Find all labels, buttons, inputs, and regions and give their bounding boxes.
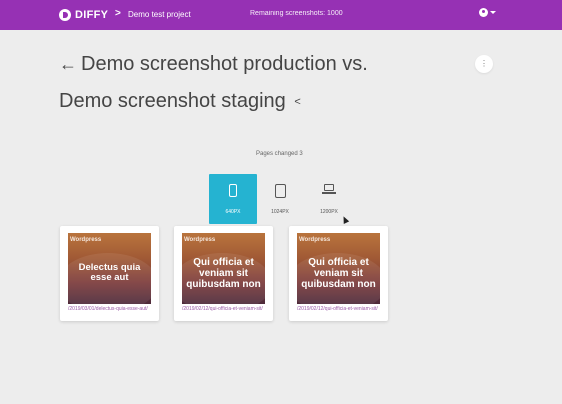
thumbnail-title: Delectus quia esse aut: [78, 262, 141, 284]
remaining-screenshots: Remaining screenshots: 1000: [250, 10, 343, 17]
thumbnail-title: Qui officia et veniam sit quibusdam non: [186, 257, 261, 290]
thumbnail-title: Qui officia et veniam sit quibusdam non: [301, 257, 376, 290]
thumbnail-brand: Wordpress: [70, 237, 102, 243]
thumbnail-brand: Wordpress: [184, 237, 216, 243]
share-icon[interactable]: <: [294, 96, 300, 108]
logo-text: DIFFY: [75, 9, 109, 21]
project-link[interactable]: Demo test project: [128, 10, 191, 19]
user-menu[interactable]: [479, 8, 496, 17]
laptop-icon: [322, 184, 336, 194]
back-arrow-icon[interactable]: ←: [59, 54, 77, 75]
screenshot-card[interactable]: Wordpress Qui officia et veniam sit quib…: [174, 226, 273, 321]
account-circle-icon: [479, 8, 488, 17]
screenshot-thumbnail[interactable]: Wordpress Qui officia et veniam sit quib…: [297, 233, 380, 304]
diffy-logo[interactable]: DIFFY: [59, 8, 108, 22]
thumbnail-brand: Wordpress: [299, 237, 331, 243]
device-label: 1024PX: [271, 209, 289, 215]
caret-down-icon: [490, 11, 496, 14]
tablet-icon: [274, 184, 286, 198]
device-tab-640[interactable]: 640PX: [209, 174, 257, 224]
breadcrumb-separator: >: [115, 8, 121, 19]
page-title-line1: ← Demo screenshot production vs.: [59, 53, 368, 76]
screenshot-card[interactable]: Wordpress Qui officia et veniam sit quib…: [289, 226, 388, 321]
diffy-logo-icon: [59, 9, 71, 21]
device-tab-1024[interactable]: 1024PX: [256, 174, 304, 224]
device-label: 640PX: [225, 209, 241, 215]
pages-changed-label: Pages changed 3: [256, 151, 303, 157]
title-text-2: Demo screenshot staging: [59, 90, 286, 112]
screenshot-thumbnail[interactable]: Wordpress Delectus quia esse aut: [68, 233, 151, 304]
screenshot-card[interactable]: Wordpress Delectus quia esse aut /2019/0…: [60, 226, 159, 321]
page-url-link[interactable]: /2019/03/01/delectus-quia-esse-aut/: [68, 306, 151, 312]
page-url-link[interactable]: /2019/02/12/qui-officia-et-veniam-sit/: [297, 306, 380, 312]
title-text-1: Demo screenshot production vs.: [81, 53, 368, 75]
top-bar: DIFFY > Demo test project Remaining scre…: [0, 0, 562, 30]
screenshot-thumbnail[interactable]: Wordpress Qui officia et veniam sit quib…: [182, 233, 265, 304]
more-vert-icon: ⋮: [480, 59, 488, 68]
page-url-link[interactable]: /2019/02/12/qui-officia-et-veniam-sit/: [182, 306, 265, 312]
more-options-button[interactable]: ⋮: [475, 55, 493, 73]
page-title-line2: Demo screenshot staging <: [59, 90, 301, 113]
phone-icon: [229, 184, 237, 197]
